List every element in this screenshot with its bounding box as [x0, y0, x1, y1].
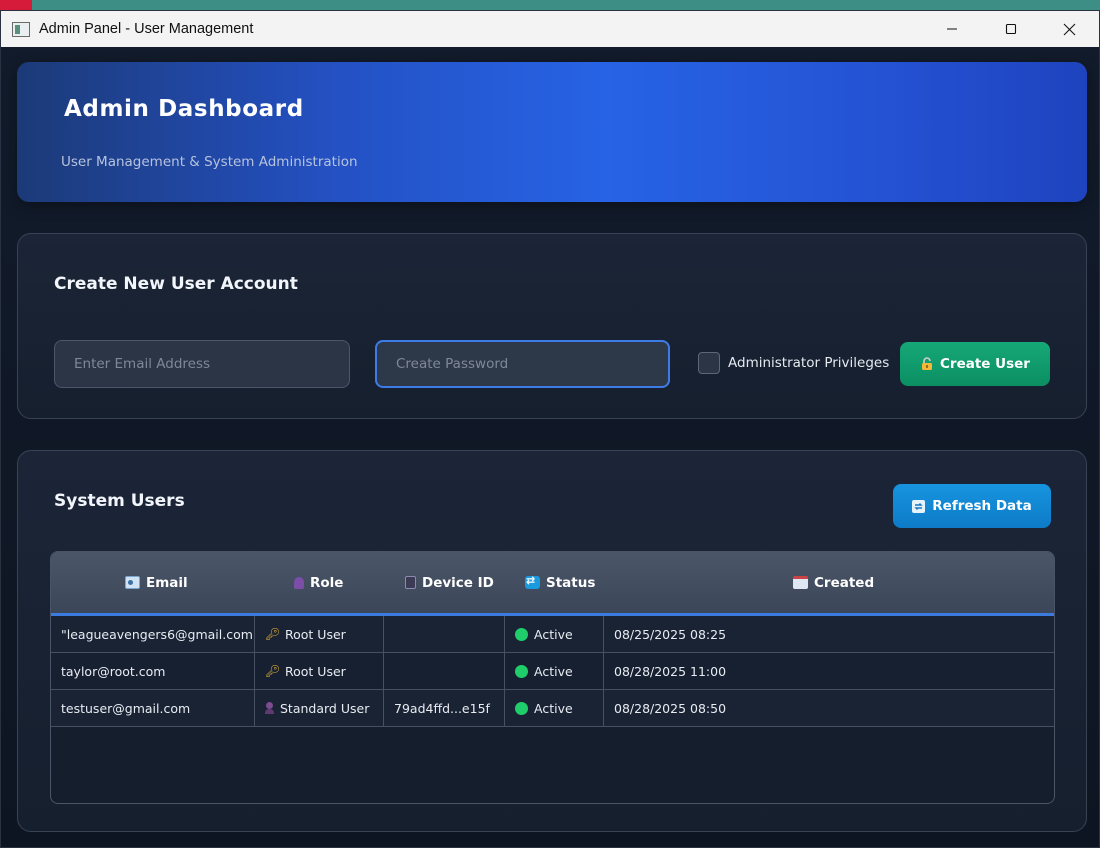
refresh-icon [912, 499, 926, 513]
status-active-icon [515, 627, 528, 641]
table-row[interactable]: "leagueavengers6@gmail.com" 🔑︎ Root User… [51, 616, 1054, 653]
cell-created: 08/25/2025 08:25 [614, 626, 727, 642]
maximize-icon [1005, 23, 1016, 35]
cell-role: 🔑︎ Root User [255, 616, 384, 652]
table-header: Email Role Device ID Status [51, 552, 1054, 616]
table-body: "leagueavengers6@gmail.com" 🔑︎ Root User… [51, 616, 1054, 727]
title-bar[interactable]: Admin Panel - User Management [1, 11, 1099, 47]
desktop-background [0, 0, 1100, 10]
cell-email: taylor@root.com [51, 653, 255, 689]
device-icon [405, 576, 416, 589]
admin-privileges-checkbox[interactable] [698, 352, 720, 374]
table-row[interactable]: testuser@gmail.com Standard User 79ad4ff… [51, 690, 1054, 727]
email-input[interactable] [54, 340, 350, 388]
minimize-icon [946, 28, 957, 30]
sync-icon [525, 574, 540, 589]
create-user-button[interactable]: Create User [900, 342, 1050, 386]
create-user-card: Create New User Account Administrator Pr… [17, 233, 1087, 419]
system-users-title: System Users [54, 491, 185, 511]
user-icon [294, 576, 304, 589]
close-button[interactable] [1040, 11, 1099, 47]
page-title: Admin Dashboard [64, 96, 304, 122]
users-table: Email Role Device ID Status [50, 551, 1055, 804]
cell-device-id: 79ad4ffd...e15f [384, 690, 505, 726]
app-window: Admin Panel - User Management Admin Dash… [0, 10, 1100, 848]
cell-status: Active [505, 653, 604, 689]
cell-device-id [384, 616, 505, 652]
cell-role: 🔑︎ Root User [255, 653, 384, 689]
dashboard-header: Admin Dashboard User Management & System… [17, 62, 1087, 202]
calendar-icon [793, 576, 808, 589]
admin-privileges-label: Administrator Privileges [728, 355, 890, 371]
cell-created: 08/28/2025 08:50 [614, 700, 727, 716]
cell-status: Active [505, 690, 604, 726]
page-subtitle: User Management & System Administration [61, 154, 358, 170]
column-header-device-id[interactable]: Device ID [405, 552, 494, 613]
admin-privileges-toggle[interactable]: Administrator Privileges [698, 352, 889, 374]
cell-email: testuser@gmail.com [51, 690, 255, 726]
user-icon [265, 702, 274, 714]
password-input[interactable] [375, 340, 670, 388]
key-icon: 🔑︎ [265, 664, 281, 678]
column-header-created[interactable]: Created [793, 552, 874, 613]
table-row[interactable]: taylor@root.com 🔑︎ Root User Active 08/2… [51, 653, 1054, 690]
window-controls [922, 11, 1099, 47]
column-header-status[interactable]: Status [525, 552, 595, 613]
refresh-data-button[interactable]: Refresh Data [893, 484, 1051, 528]
lock-icon [922, 357, 933, 370]
create-user-label: Create User [940, 356, 1030, 372]
create-user-title: Create New User Account [54, 274, 298, 294]
refresh-data-label: Refresh Data [932, 498, 1032, 514]
window-title: Admin Panel - User Management [39, 21, 254, 37]
main-content: Admin Dashboard User Management & System… [1, 47, 1099, 847]
cell-email: "leagueavengers6@gmail.com" [51, 616, 255, 652]
system-users-card: System Users Refresh Data Email Role Dev… [17, 450, 1087, 832]
maximize-button[interactable] [981, 11, 1040, 47]
status-active-icon [515, 664, 528, 678]
id-card-icon [125, 576, 140, 589]
key-icon: 🔑︎ [265, 627, 281, 641]
cell-device-id [384, 653, 505, 689]
close-icon [1063, 23, 1076, 35]
column-header-email[interactable]: Email [125, 552, 188, 613]
column-header-role[interactable]: Role [294, 552, 343, 613]
app-icon [12, 21, 30, 37]
minimize-button[interactable] [922, 11, 981, 47]
cell-created: 08/28/2025 11:00 [614, 663, 727, 679]
status-active-icon [515, 701, 528, 715]
cell-status: Active [505, 616, 604, 652]
cell-role: Standard User [255, 690, 384, 726]
